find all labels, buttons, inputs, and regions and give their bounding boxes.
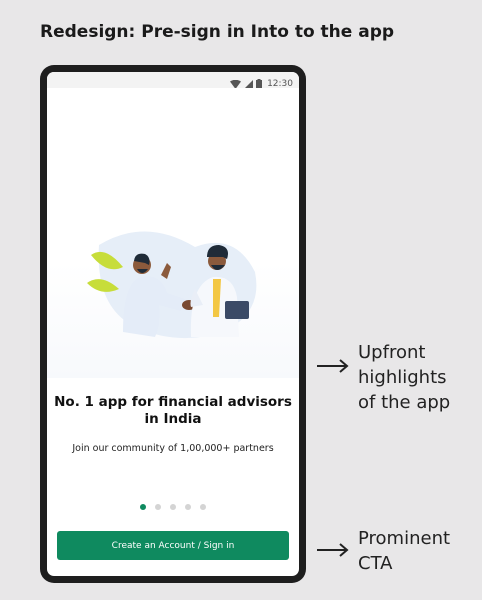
handshake-illustration [85, 227, 265, 346]
annotation-highlights: Upfront highlights of the app [316, 340, 468, 415]
status-time: 12:30 [267, 78, 293, 89]
status-bar: 12:30 [47, 72, 299, 89]
page-dot-active[interactable] [140, 504, 146, 510]
page-dot[interactable] [170, 504, 176, 510]
annotation-cta: Prominent CTA [316, 526, 458, 576]
annotation-text: Prominent CTA [358, 528, 451, 574]
page-dot[interactable] [185, 504, 191, 510]
page-dot[interactable] [155, 504, 161, 510]
arrow-right-icon [316, 340, 350, 378]
page-heading: Redesign: Pre-sign in Into to the app [40, 22, 395, 42]
onboarding-subline: Join our community of 1,00,000+ partners [72, 443, 274, 454]
arrow-right-icon [316, 526, 350, 562]
onboarding-headline: No. 1 app for financial advisors in Indi… [54, 394, 292, 427]
phone-screen: 12:30 No. 1 app for financial advisors i… [47, 72, 299, 576]
annotation-text: Upfront highlights of the app [358, 342, 451, 413]
page-dot[interactable] [200, 504, 206, 510]
phone-frame: 12:30 No. 1 app for financial advisors i… [40, 65, 306, 583]
page-indicator [47, 504, 299, 510]
create-account-button[interactable]: Create an Account / Sign in [57, 531, 289, 560]
